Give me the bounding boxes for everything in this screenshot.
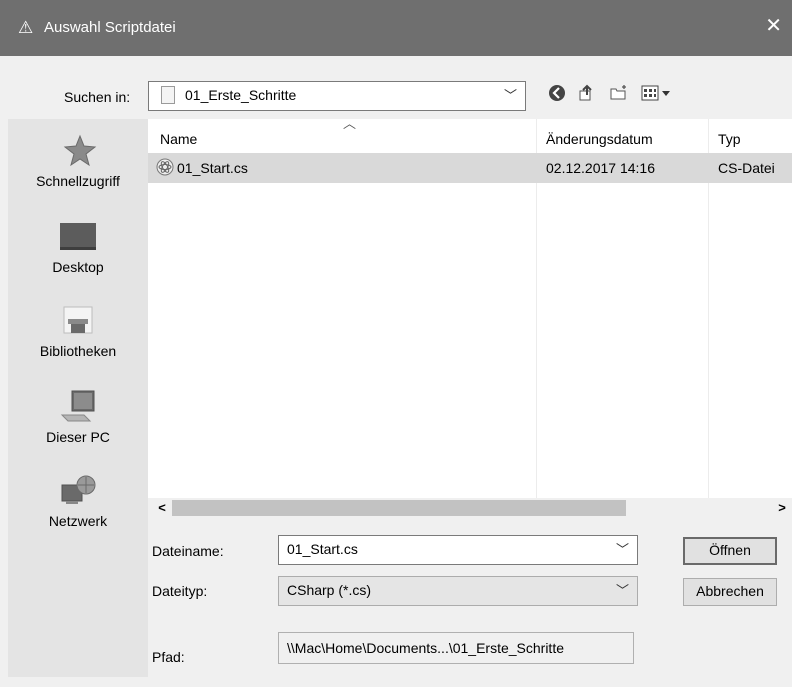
back-icon[interactable] xyxy=(546,82,568,104)
filename-label: Dateiname: xyxy=(152,543,224,559)
place-desktop[interactable]: Desktop xyxy=(8,219,148,275)
filename-value: 01_Start.cs xyxy=(287,541,358,557)
window-title: Auswahl Scriptdatei xyxy=(44,19,176,36)
cancel-button[interactable]: Abbrechen xyxy=(683,578,777,606)
lookin-label: Suchen in: xyxy=(64,89,131,105)
network-icon xyxy=(58,473,98,509)
places-bar: Schnellzugriff Desktop Bibliotheken Dies… xyxy=(8,119,148,677)
place-this-pc[interactable]: Dieser PC xyxy=(8,389,148,445)
file-name: 01_Start.cs xyxy=(177,160,248,176)
chevron-down-icon: ﹀ xyxy=(615,583,629,598)
libraries-icon xyxy=(58,303,98,339)
lookin-value: 01_Erste_Schritte xyxy=(185,87,297,103)
horizontal-scrollbar[interactable]: < > xyxy=(148,498,792,518)
file-row[interactable]: 01_Start.cs 02.12.2017 14:16 CS-Datei xyxy=(148,153,792,183)
path-label: Pfad: xyxy=(152,649,185,665)
column-header-date[interactable]: Änderungsdatum xyxy=(546,131,653,147)
file-date: 02.12.2017 14:16 xyxy=(546,160,655,176)
place-label: Schnellzugriff xyxy=(36,173,120,189)
open-button[interactable]: Öffnen xyxy=(683,537,777,565)
warning-icon: ⚠ xyxy=(18,18,34,37)
csharp-file-icon xyxy=(156,158,174,179)
path-value: \\Mac\Home\Documents...\01_Erste_Schritt… xyxy=(287,640,564,656)
scroll-thumb[interactable] xyxy=(172,500,626,516)
folder-icon xyxy=(161,86,175,104)
filetype-value: CSharp (*.cs) xyxy=(287,582,372,598)
place-label: Netzwerk xyxy=(48,513,108,529)
place-label: Desktop xyxy=(52,259,104,275)
file-type: CS-Datei xyxy=(718,160,775,176)
column-header-name[interactable]: Name xyxy=(160,131,197,147)
this-pc-icon xyxy=(58,389,98,425)
close-icon[interactable]: ✕ xyxy=(765,16,782,36)
filename-input[interactable]: 01_Start.cs ﹀ xyxy=(278,535,638,565)
chevron-down-icon: ﹀ xyxy=(503,88,517,103)
filetype-label: Dateityp: xyxy=(152,583,208,599)
scroll-right-button[interactable]: > xyxy=(772,498,792,518)
place-label: Dieser PC xyxy=(46,429,110,445)
up-folder-icon[interactable] xyxy=(576,82,598,104)
view-menu-icon[interactable] xyxy=(640,82,676,104)
place-label: Bibliotheken xyxy=(39,343,117,359)
new-folder-icon[interactable] xyxy=(608,82,630,104)
column-header-type[interactable]: Typ xyxy=(718,131,741,147)
desktop-icon xyxy=(58,219,98,255)
sort-up-icon: ︿ xyxy=(343,116,357,131)
scroll-left-button[interactable]: < xyxy=(152,498,172,518)
place-libraries[interactable]: Bibliotheken xyxy=(8,303,148,359)
chevron-down-icon[interactable]: ﹀ xyxy=(616,539,629,558)
place-network[interactable]: Netzwerk xyxy=(8,473,148,529)
title-bar: ⚠ Auswahl Scriptdatei ✕ xyxy=(0,0,792,56)
filetype-dropdown[interactable]: CSharp (*.cs) ﹀ xyxy=(278,576,638,606)
place-quick-access[interactable]: Schnellzugriff xyxy=(8,133,148,189)
quick-access-icon xyxy=(58,133,98,169)
lookin-dropdown[interactable]: 01_Erste_Schritte ﹀ xyxy=(148,81,526,111)
file-list[interactable]: Name ︿ Änderungsdatum Typ 01_Start.cs 02… xyxy=(148,116,792,498)
path-field: \\Mac\Home\Documents...\01_Erste_Schritt… xyxy=(278,632,634,664)
